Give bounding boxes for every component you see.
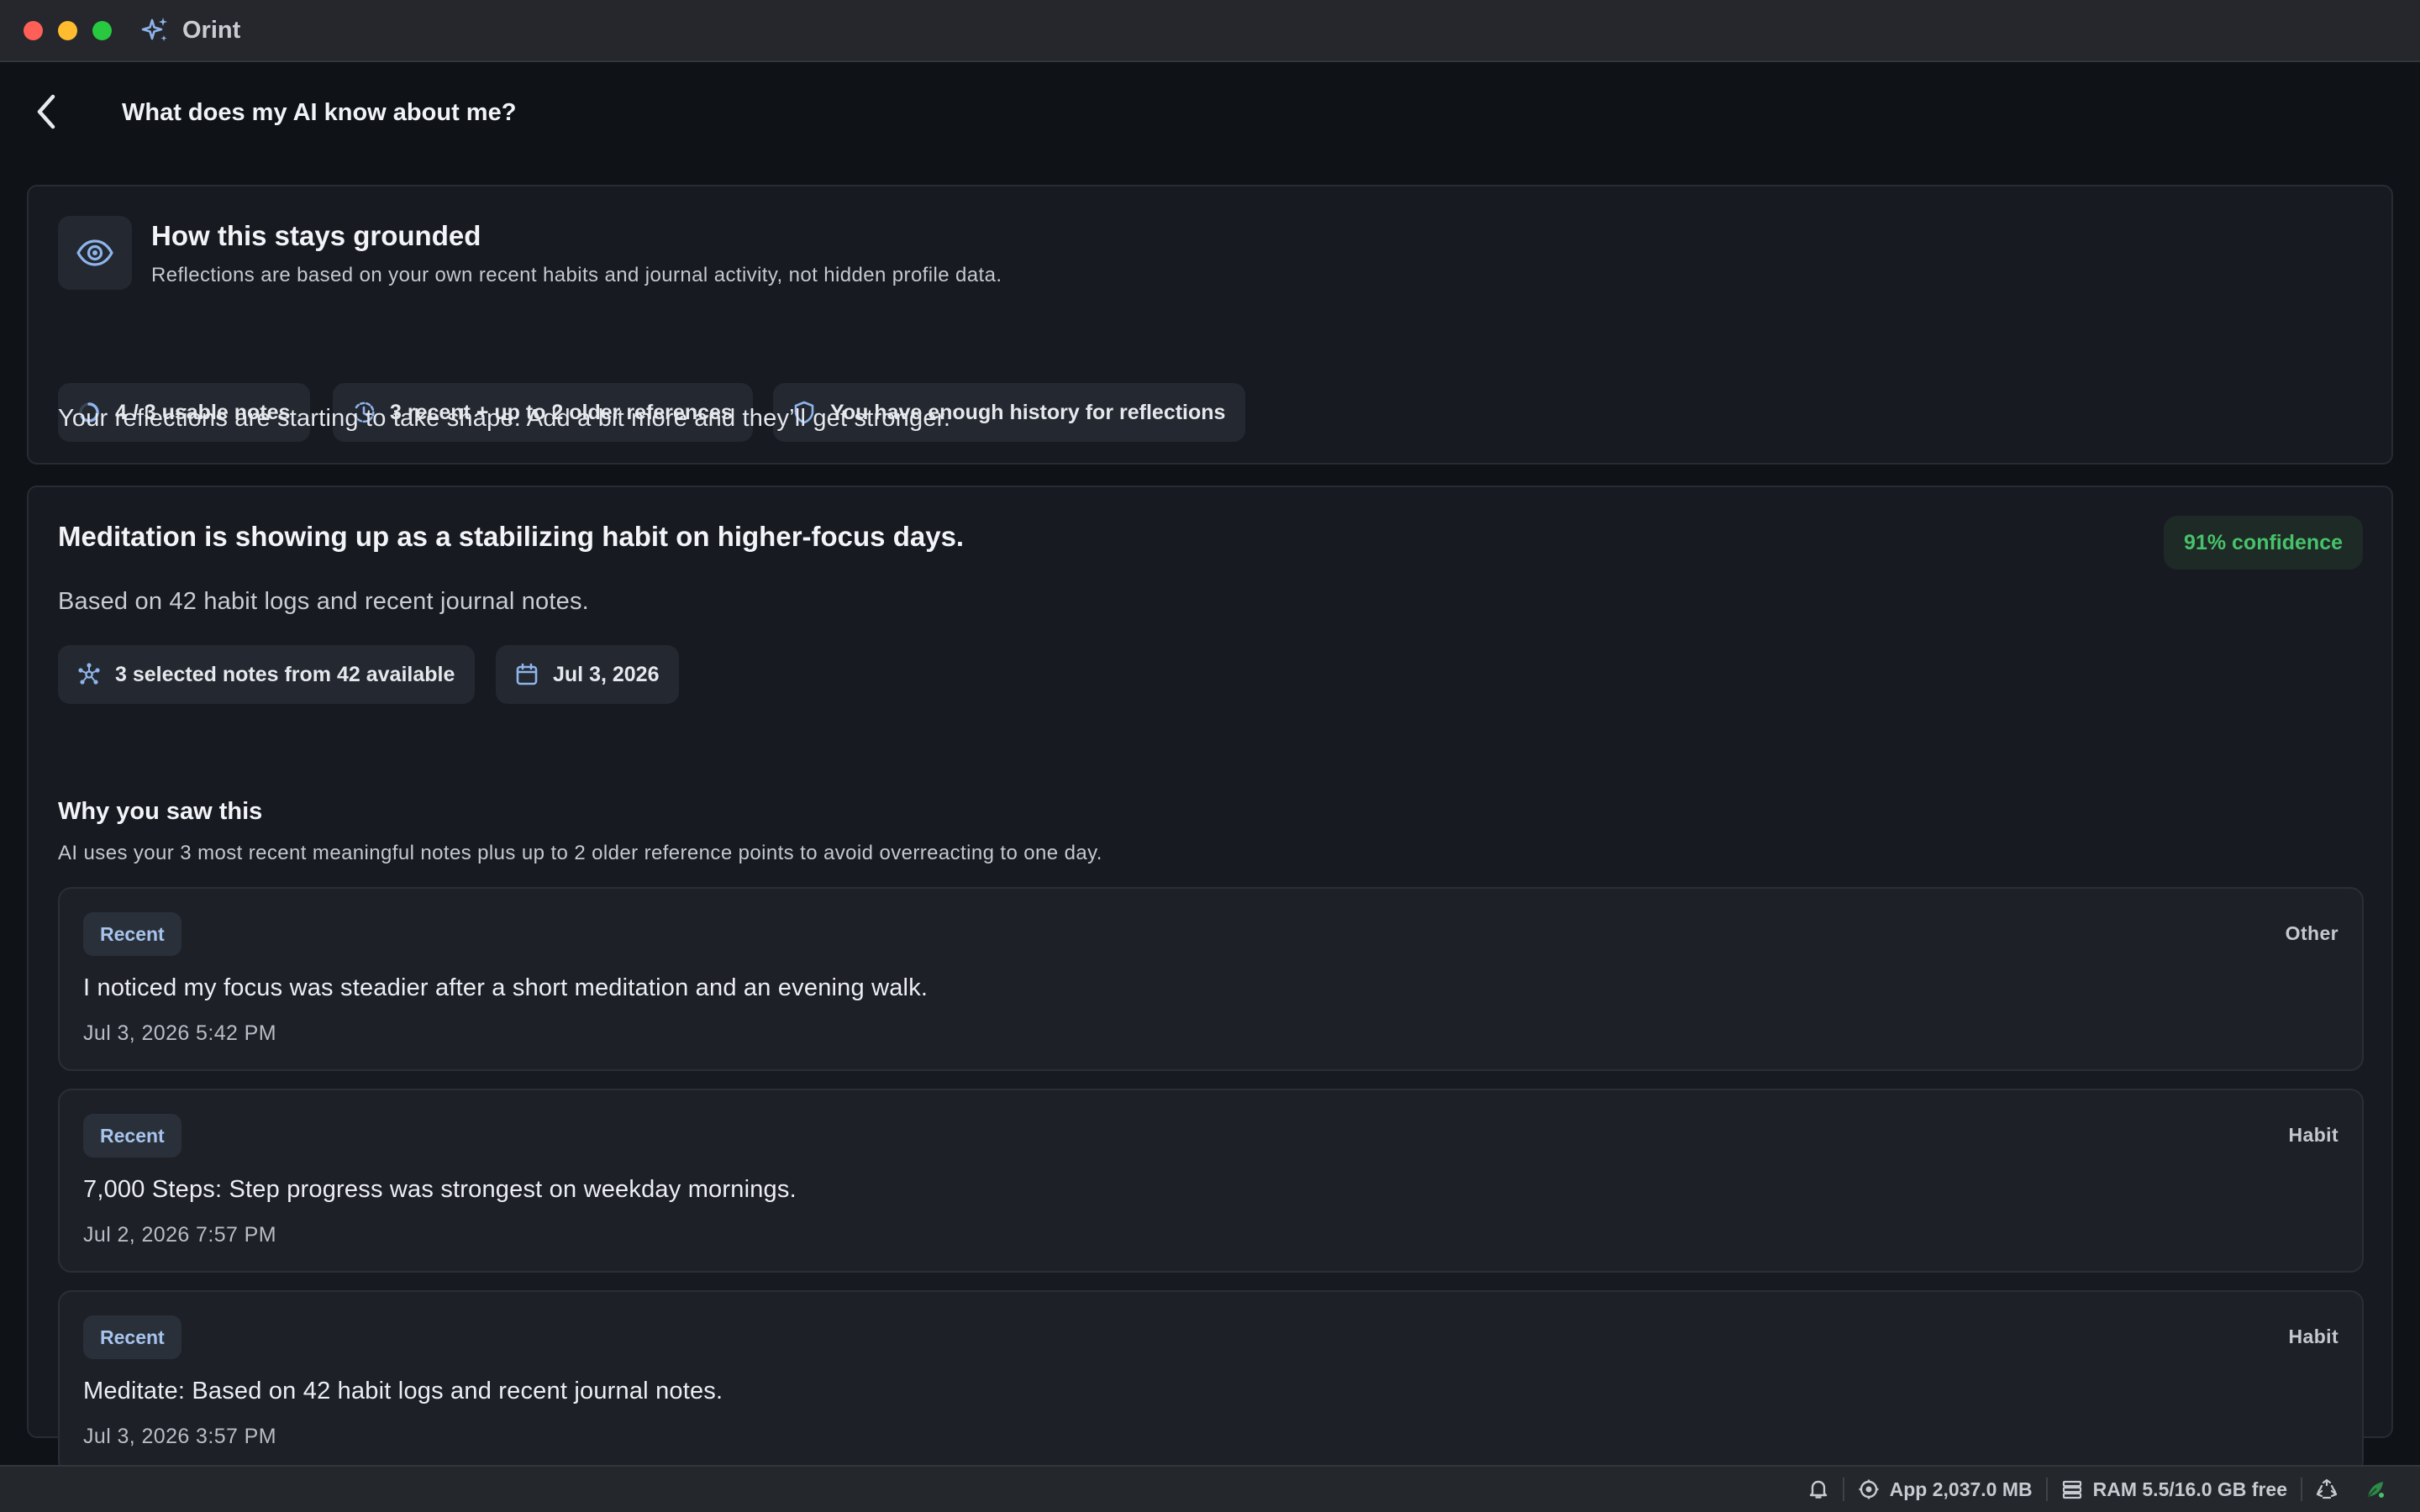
insight-title: Meditation is showing up as a stabilizin… [58, 521, 965, 552]
recent-badge: Recent [83, 912, 182, 956]
leaf-status-icon [2367, 1482, 2384, 1498]
selected-notes-label: 3 selected notes from 42 available [115, 662, 455, 686]
ram-label: RAM 5.5/16.0 GB free [2092, 1478, 2287, 1500]
page-header: What does my AI know about me? [0, 64, 2420, 163]
date-chip: Jul 3, 2026 [496, 645, 680, 704]
notifications-button[interactable] [1794, 1478, 1843, 1500]
page-title: What does my AI know about me? [122, 99, 517, 126]
grounding-title: How this stays grounded [151, 220, 481, 251]
minimize-window-button[interactable] [58, 20, 77, 40]
grounding-body: Your reflections are starting to take sh… [58, 405, 951, 432]
close-window-button[interactable] [24, 20, 43, 40]
back-button[interactable] [30, 89, 64, 134]
chevron-left-icon [37, 94, 55, 129]
eye-icon-container [58, 216, 132, 290]
note-text: Meditate: Based on 42 habit logs and rec… [83, 1378, 723, 1404]
note-timestamp: Jul 2, 2026 7:57 PM [83, 1223, 276, 1247]
recycle-button[interactable] [2302, 1478, 2351, 1500]
note-timestamp: Jul 3, 2026 5:42 PM [83, 1021, 276, 1045]
title-bar: Orint [0, 0, 2420, 62]
window-controls [24, 20, 112, 40]
date-label: Jul 3, 2026 [553, 662, 660, 686]
app-memory-indicator[interactable]: App 2,037.0 MB [1844, 1478, 2046, 1501]
note-timestamp: Jul 3, 2026 3:57 PM [83, 1425, 276, 1448]
note-card[interactable]: Recent Other I noticed my focus was stea… [58, 887, 2364, 1071]
why-title: Why you saw this [58, 798, 263, 825]
note-type: Other [2285, 922, 2338, 944]
bell-icon [1809, 1480, 1827, 1499]
confidence-badge: 91% confidence [2164, 516, 2363, 570]
grounding-subtitle: Reflections are based on your own recent… [151, 264, 1002, 286]
recent-badge: Recent [83, 1114, 182, 1158]
note-type: Habit [2288, 1124, 2338, 1146]
selected-notes-chip: 3 selected notes from 42 available [58, 645, 476, 704]
status-bar: App 2,037.0 MB RAM 5.5/16.0 GB free [0, 1465, 2420, 1512]
insight-subtitle: Based on 42 habit logs and recent journa… [58, 588, 589, 615]
eye-icon [76, 239, 113, 266]
app-title: Orint [182, 16, 241, 44]
recycle-icon [2316, 1478, 2338, 1499]
network-icon [78, 663, 100, 685]
note-card[interactable]: Recent Habit 7,000 Steps: Step progress … [58, 1089, 2364, 1273]
calendar-icon [516, 663, 538, 685]
note-text: 7,000 Steps: Step progress was strongest… [83, 1176, 797, 1203]
note-card[interactable]: Recent Habit Meditate: Based on 42 habit… [58, 1290, 2364, 1474]
main-content: What does my AI know about me? How this … [0, 64, 2420, 1474]
sparkle-icon [141, 18, 167, 41]
memory-stack-icon [2062, 1480, 2081, 1499]
grounding-card: How this stays grounded Reflections are … [27, 185, 2393, 465]
recent-badge: Recent [83, 1315, 182, 1359]
chip-icon [1859, 1479, 1879, 1499]
note-text: I noticed my focus was steadier after a … [83, 974, 929, 1001]
note-type: Habit [2288, 1326, 2338, 1347]
status-indicator[interactable] [2351, 1478, 2400, 1500]
zoom-window-button[interactable] [92, 20, 112, 40]
why-subtitle: AI uses your 3 most recent meaningful no… [58, 842, 1102, 864]
insight-card: Meditation is showing up as a stabilizin… [27, 486, 2393, 1474]
app-memory-label: App 2,037.0 MB [1889, 1478, 2033, 1500]
app-brand: Orint [140, 15, 240, 45]
ram-indicator[interactable]: RAM 5.5/16.0 GB free [2048, 1478, 2301, 1501]
